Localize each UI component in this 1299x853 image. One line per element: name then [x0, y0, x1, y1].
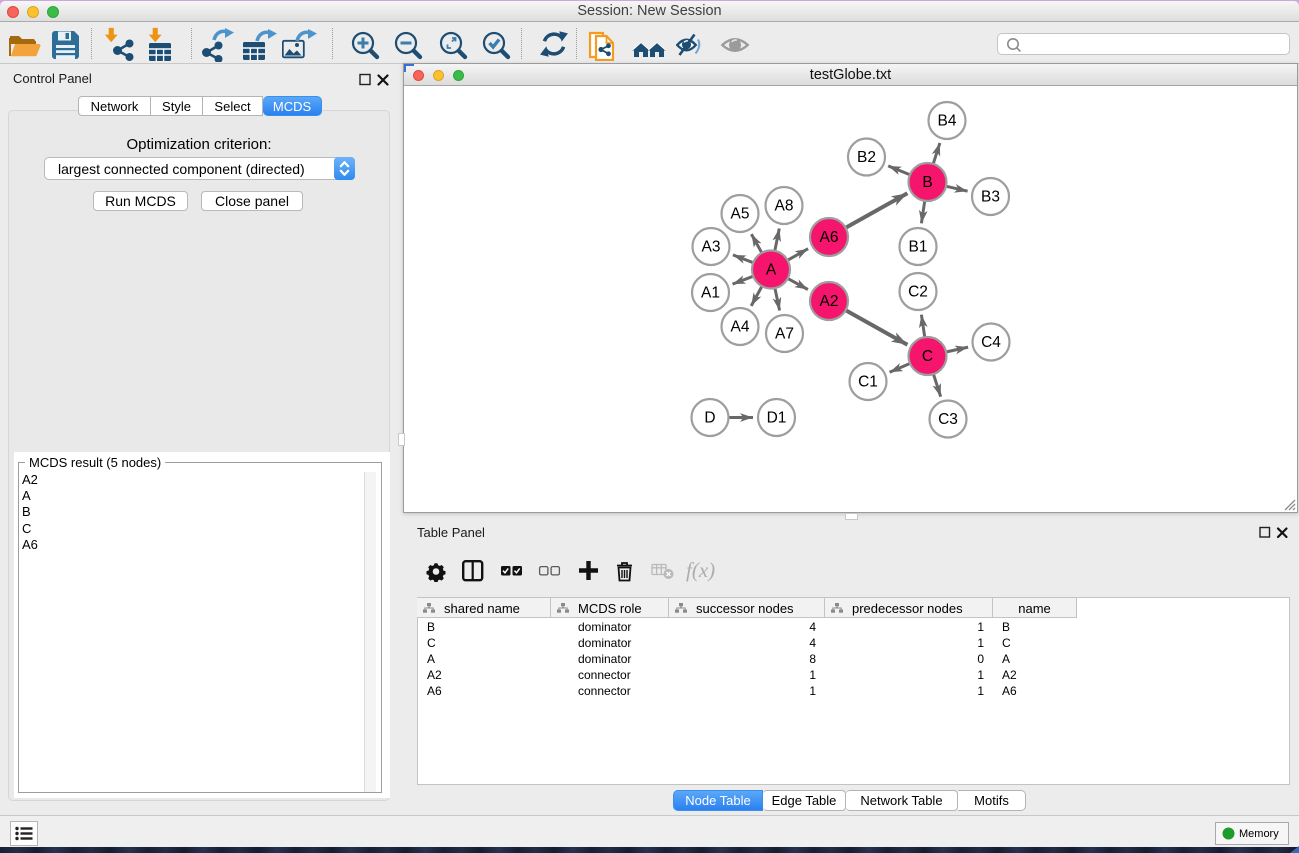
svg-text:C2: C2: [908, 284, 928, 301]
svg-text:A4: A4: [731, 319, 750, 336]
svg-text:D: D: [704, 410, 715, 427]
svg-text:A6: A6: [820, 229, 839, 246]
svg-text:B3: B3: [981, 189, 1000, 206]
svg-text:A5: A5: [731, 206, 750, 223]
svg-text:B4: B4: [938, 113, 957, 130]
svg-text:D1: D1: [767, 410, 787, 427]
svg-text:A3: A3: [702, 239, 721, 256]
svg-text:C1: C1: [858, 374, 878, 391]
svg-text:C4: C4: [981, 334, 1001, 351]
svg-text:C: C: [922, 348, 933, 365]
svg-text:A1: A1: [701, 285, 720, 302]
svg-text:A2: A2: [820, 293, 839, 310]
svg-text:B: B: [922, 174, 932, 191]
svg-text:A8: A8: [775, 198, 794, 215]
svg-text:C3: C3: [938, 411, 958, 428]
svg-text:A: A: [766, 262, 777, 279]
svg-text:A7: A7: [775, 326, 794, 343]
svg-text:B1: B1: [909, 239, 928, 256]
svg-text:B2: B2: [857, 149, 876, 166]
